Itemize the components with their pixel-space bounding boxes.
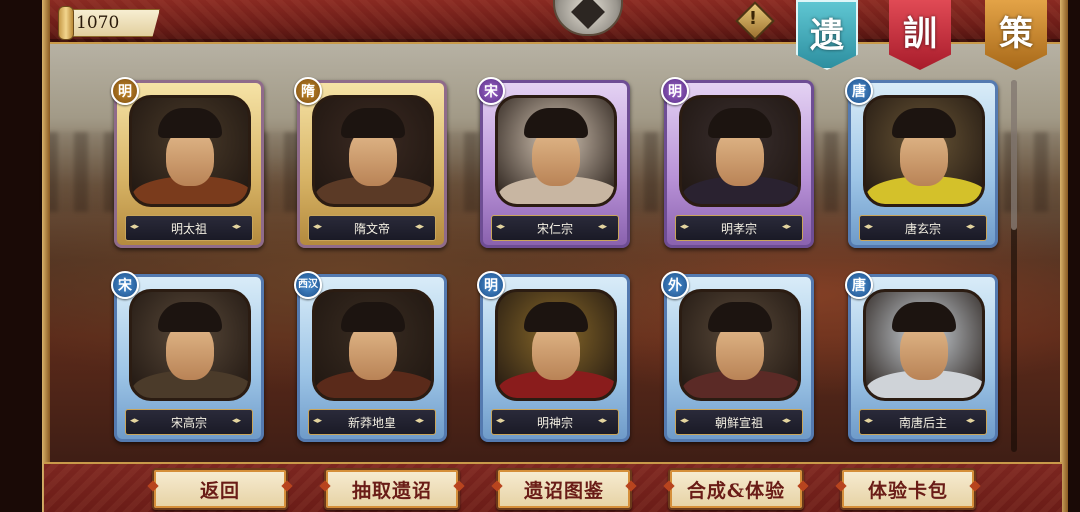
scrollbar-thumb[interactable] [1011,80,1017,230]
alert-button[interactable]: ! [735,1,775,41]
portrait-hat [524,302,588,332]
character-card[interactable]: 外 ◂▸ 朝鲜宣祖 ◂▸ [661,271,814,442]
portrait-hat [892,108,956,138]
character-portrait [312,95,434,207]
ornament-icon: ◂▸ [415,416,425,426]
nameplate: ◂▸ 明孝宗 ◂▸ [675,215,803,241]
nameplate: ◂▸ 宋仁宗 ◂▸ [491,215,619,241]
right-frame [1060,0,1068,512]
currency-display: 1070 [52,6,160,40]
character-portrait [495,95,617,207]
character-portrait [129,95,251,207]
diamond-icon [571,0,605,29]
character-portrait [863,95,985,207]
back-button[interactable]: 返回 [152,468,288,510]
trial-card-pack-button[interactable]: 体验卡包 [840,468,976,510]
dynasty-badge: 宋 [111,271,139,299]
character-card[interactable]: 明 ◂▸ 明孝宗 ◂▸ [661,77,814,248]
dynasty-badge: 西汉 [294,271,322,299]
dynasty-badge: 唐 [845,271,873,299]
game-screen: 1070 ! 遗 訓 策 明 ◂▸ 明太祖 ◂▸ 隋 ◂▸ 隋文帝 ◂▸ 宋 ◂▸ 宋仁宗 ◂▸ 明 ◂▸… [0,0,1080,512]
character-portrait [495,289,617,401]
character-card[interactable]: 隋 ◂▸ 隋文帝 ◂▸ [294,77,447,248]
character-card[interactable]: 唐 ◂▸ 唐玄宗 ◂▸ [845,77,998,248]
dynasty-badge: 外 [661,271,689,299]
ornament-icon: ◂▸ [966,222,976,232]
character-card[interactable]: 明 ◂▸ 明神宗 ◂▸ [477,271,630,442]
dynasty-badge: 隋 [294,77,322,105]
left-frame [42,0,50,512]
ornament-icon: ◂▸ [966,416,976,426]
ornament-icon: ◂▸ [415,222,425,232]
portrait-hat [158,108,222,138]
nameplate: ◂▸ 明神宗 ◂▸ [491,409,619,435]
character-card[interactable]: 宋 ◂▸ 宋仁宗 ◂▸ [477,77,630,248]
character-card[interactable]: 明 ◂▸ 明太祖 ◂▸ [111,77,264,248]
character-portrait [312,289,434,401]
portrait-hat [524,108,588,138]
dynasty-badge: 明 [477,271,505,299]
nameplate: ◂▸ 新莽地皇 ◂▸ [308,409,436,435]
dynasty-badge: 唐 [845,77,873,105]
ornament-icon: ◂▸ [232,416,242,426]
portrait-hat [708,302,772,332]
character-card[interactable]: 唐 ◂▸ 南唐后主 ◂▸ [845,271,998,442]
nameplate: ◂▸ 南唐后主 ◂▸ [859,409,987,435]
dynasty-badge: 明 [661,77,689,105]
portrait-hat [892,302,956,332]
scrollbar[interactable] [1011,80,1017,452]
currency-value: 1070 [76,13,120,33]
scroll-icon [58,6,74,40]
character-card[interactable]: 西汉 ◂▸ 新莽地皇 ◂▸ [294,271,447,442]
ornament-icon: ◂▸ [598,416,608,426]
nameplate: ◂▸ 隋文帝 ◂▸ [308,215,436,241]
character-portrait [679,95,801,207]
draw-edict-button[interactable]: 抽取遗诏 [324,468,460,510]
portrait-hat [708,108,772,138]
portrait-hat [158,302,222,332]
nameplate: ◂▸ 明太祖 ◂▸ [125,215,253,241]
dynasty-badge: 明 [111,77,139,105]
character-portrait [679,289,801,401]
ornament-icon: ◂▸ [782,416,792,426]
character-portrait [863,289,985,401]
portrait-hat [341,302,405,332]
nameplate: ◂▸ 朝鲜宣祖 ◂▸ [675,409,803,435]
ornament-icon: ◂▸ [232,222,242,232]
character-portrait [129,289,251,401]
alert-mark: ! [748,8,758,29]
ornament-icon: ◂▸ [598,222,608,232]
ornament-icon: ◂▸ [782,222,792,232]
nameplate: ◂▸ 唐玄宗 ◂▸ [859,215,987,241]
combine-trial-button[interactable]: 合成&体验 [668,468,804,510]
character-card[interactable]: 宋 ◂▸ 宋高宗 ◂▸ [111,271,264,442]
portrait-hat [341,108,405,138]
nameplate: ◂▸ 宋高宗 ◂▸ [125,409,253,435]
edict-catalog-button[interactable]: 遗诏图鉴 [496,468,632,510]
dynasty-badge: 宋 [477,77,505,105]
